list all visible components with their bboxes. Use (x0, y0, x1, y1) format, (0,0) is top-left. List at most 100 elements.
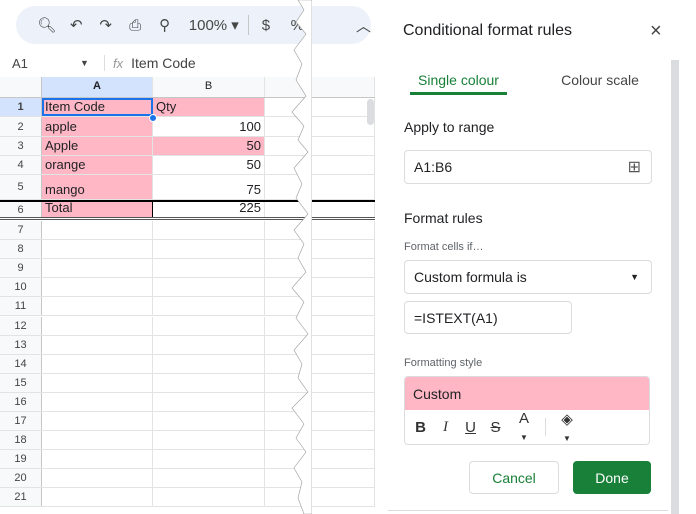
cell[interactable] (153, 469, 265, 488)
cell-c3[interactable] (265, 137, 375, 155)
cell-a4[interactable]: orange (42, 156, 153, 174)
range-input[interactable]: A1:B6 ⊞ (404, 150, 652, 184)
strikethrough-button[interactable]: S (483, 419, 508, 436)
bold-button[interactable]: B (408, 419, 433, 436)
cell[interactable] (265, 259, 375, 278)
cell[interactable] (42, 297, 153, 316)
name-box[interactable]: A1 (0, 56, 80, 71)
cell[interactable] (265, 469, 375, 488)
row-header[interactable]: 12 (0, 316, 42, 335)
cell-c6[interactable] (265, 202, 375, 217)
column-header-c[interactable] (265, 77, 375, 97)
cell[interactable] (265, 392, 375, 411)
cancel-button[interactable]: Cancel (469, 461, 559, 494)
cell[interactable] (153, 278, 265, 297)
cell[interactable] (42, 278, 153, 297)
underline-button[interactable]: U (458, 419, 483, 436)
condition-select[interactable]: Custom formula is ▼ (404, 260, 652, 294)
cell-a5[interactable]: mango (42, 175, 153, 199)
cell[interactable] (153, 431, 265, 450)
done-button[interactable]: Done (573, 461, 651, 494)
cell[interactable] (42, 450, 153, 469)
cell-a3[interactable]: Apple (42, 137, 153, 155)
sheet-grid[interactable]: A B 1 Item Code Qty 2 apple 100 3 Apple … (0, 77, 375, 514)
cell[interactable] (153, 259, 265, 278)
cell[interactable] (265, 373, 375, 392)
cell-c1[interactable] (265, 98, 375, 116)
cell-b5[interactable]: 75 (153, 175, 265, 199)
cell[interactable] (265, 335, 375, 354)
cell-b1[interactable]: Qty (153, 98, 265, 116)
row-header[interactable]: 5 (0, 175, 42, 199)
formula-input[interactable]: =ISTEXT(A1) (404, 301, 572, 334)
row-header[interactable]: 17 (0, 412, 42, 430)
cell[interactable] (153, 297, 265, 316)
italic-button[interactable]: I (433, 419, 458, 436)
fill-handle[interactable] (149, 114, 157, 122)
cell[interactable] (153, 488, 265, 507)
cell[interactable] (42, 335, 153, 354)
row-header[interactable]: 15 (0, 373, 42, 392)
cell[interactable] (42, 259, 153, 278)
tab-colour-scale[interactable]: Colour scale (556, 72, 644, 88)
cell-b3[interactable]: 50 (153, 137, 265, 155)
formula-input[interactable]: Item Code (131, 55, 196, 71)
cell[interactable] (265, 450, 375, 469)
cell[interactable] (42, 354, 153, 373)
cell[interactable] (265, 240, 375, 259)
row-header[interactable]: 6 (0, 202, 42, 217)
currency-button[interactable]: $ (249, 17, 282, 34)
cell[interactable] (265, 431, 375, 450)
row-header[interactable]: 10 (0, 278, 42, 297)
row-header[interactable]: 8 (0, 240, 42, 259)
row-header[interactable]: 2 (0, 117, 42, 136)
cell[interactable] (153, 221, 265, 239)
row-header[interactable]: 19 (0, 450, 42, 469)
cell-c2[interactable] (265, 117, 375, 136)
row-header[interactable]: 9 (0, 259, 42, 278)
cell-a2[interactable]: apple (42, 117, 153, 136)
cell[interactable] (265, 297, 375, 316)
row-header[interactable]: 11 (0, 297, 42, 316)
redo-icon[interactable]: ↷ (91, 16, 120, 34)
search-icon[interactable]: 🔍︎ (32, 16, 61, 34)
scrollbar[interactable] (367, 99, 374, 125)
undo-icon[interactable]: ↶ (61, 16, 90, 34)
cell[interactable] (265, 412, 375, 430)
close-icon[interactable]: × (650, 20, 662, 43)
fill-colour-button[interactable]: ◈ ▼ (551, 410, 583, 445)
cell-b6[interactable]: 225 (153, 200, 265, 217)
cell[interactable] (153, 240, 265, 259)
row-header[interactable]: 7 (0, 221, 42, 239)
row-header[interactable]: 21 (0, 488, 42, 507)
row-header[interactable]: 18 (0, 431, 42, 450)
cell-a6[interactable]: Total (42, 200, 153, 217)
row-header[interactable]: 1 (0, 98, 42, 116)
select-all[interactable] (0, 77, 42, 97)
cell[interactable] (153, 373, 265, 392)
cell[interactable] (265, 354, 375, 373)
collapse-toolbar-icon[interactable]: ︿ (312, 15, 371, 36)
cell-c5[interactable] (265, 175, 375, 199)
row-header[interactable]: 4 (0, 156, 42, 174)
row-header[interactable]: 14 (0, 354, 42, 373)
cell[interactable] (153, 335, 265, 354)
cell[interactable] (42, 392, 153, 411)
column-header-b[interactable]: B (153, 77, 265, 97)
cell[interactable] (265, 488, 375, 507)
cell[interactable] (265, 278, 375, 297)
cell[interactable] (265, 316, 375, 335)
print-icon[interactable]: ⎙ (120, 17, 149, 34)
row-header[interactable]: 3 (0, 137, 42, 155)
grid-select-icon[interactable]: ⊞ (628, 157, 641, 177)
tab-single-colour[interactable]: Single colour (410, 72, 507, 88)
cell[interactable] (42, 373, 153, 392)
cell[interactable] (42, 488, 153, 507)
row-header[interactable]: 13 (0, 335, 42, 354)
style-preview[interactable]: Custom (405, 377, 649, 410)
cell[interactable] (42, 240, 153, 259)
cell[interactable] (265, 221, 375, 239)
text-colour-button[interactable]: A ▼ (508, 410, 540, 444)
row-header[interactable]: 16 (0, 392, 42, 411)
cell[interactable] (42, 469, 153, 488)
